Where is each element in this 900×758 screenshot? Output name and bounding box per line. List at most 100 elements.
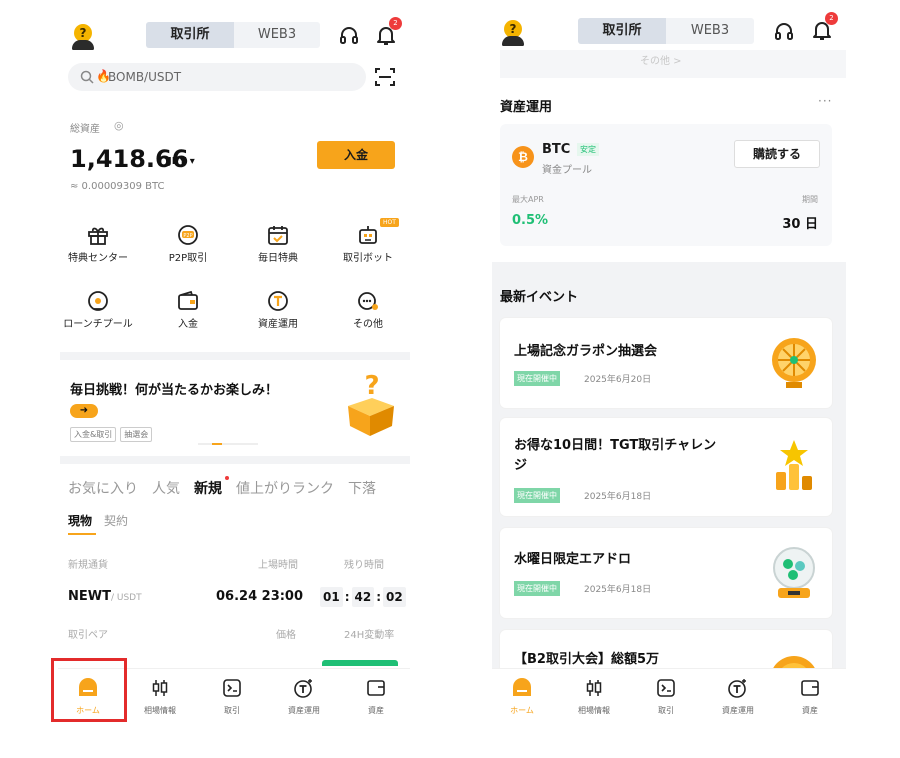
market-tabs: お気に入り 人気 新規 値上がりランク 下落: [68, 476, 376, 498]
tab-trade[interactable]: 取引: [202, 677, 262, 716]
col-remaining-time: 残り時間: [344, 560, 384, 571]
home-icon: [492, 677, 552, 699]
avatar[interactable]: ?: [70, 24, 96, 50]
tab-exchange[interactable]: 取引所: [146, 22, 234, 48]
sub-tabs: 現物 契約: [68, 512, 128, 535]
wallet-icon: [175, 288, 201, 314]
events-section-title: 最新イベント: [500, 290, 579, 305]
term-value: 30 日: [782, 217, 818, 232]
shortcut-earn[interactable]: 資産運用: [240, 288, 316, 331]
countdown: 01: 42: 02: [320, 586, 406, 608]
shortcut-label: 特典センター: [68, 253, 128, 264]
search-icon: [80, 69, 94, 88]
tab-markets[interactable]: 相場情報: [564, 677, 624, 716]
event-card[interactable]: 上場記念ガラポン抽選会 現在開催中 2025年6月20日: [500, 318, 832, 408]
hot-badge: HOT: [380, 218, 399, 227]
tab-label: 資産: [802, 706, 818, 715]
tab-earn[interactable]: 資産運用: [708, 677, 768, 716]
btc-equivalent: ≈ 0.00009309 BTC: [70, 181, 165, 192]
shortcut-label: 取引ボット: [343, 253, 393, 264]
svg-text:P2P: P2P: [183, 233, 192, 239]
support-headset-icon[interactable]: [337, 24, 361, 48]
tab-assets[interactable]: 資産: [780, 677, 840, 716]
shortcut-rewards-center[interactable]: 特典センター: [60, 222, 136, 265]
banner-page-indicator: [198, 443, 258, 445]
col-24h-change: 24H変動率: [344, 630, 395, 641]
banner-arrow-button[interactable]: ➜: [70, 404, 98, 418]
earn-icon: [274, 677, 334, 699]
event-status-badge: 現在開催中: [514, 488, 560, 503]
tab-web3[interactable]: WEB3: [234, 22, 320, 48]
event-date: 2025年6月20日: [584, 375, 652, 385]
trade-icon: [202, 677, 262, 699]
stable-tag: 安定: [577, 143, 599, 156]
search-input[interactable]: 🔥 BOMB/USDT: [68, 63, 366, 91]
event-title: 【B2取引大会】総額5万: [514, 652, 659, 667]
col-listing-time: 上場時間: [258, 560, 298, 571]
tab-web3[interactable]: WEB3: [666, 18, 754, 44]
notification-badge: 2: [825, 12, 838, 25]
tab-losers[interactable]: 下落: [348, 478, 376, 498]
trophy-chart-icon: [766, 436, 822, 496]
listing-time: 06.24 23:00: [216, 589, 304, 604]
shortcut-label: 資産運用: [258, 319, 298, 330]
banner-tags: 入金&取引 抽選会: [70, 427, 153, 442]
candlestick-icon: [130, 677, 190, 699]
lottery-wheel-icon: [766, 332, 822, 392]
total-assets-label: 総資産: [70, 124, 100, 135]
tab-label: 資産: [368, 706, 384, 715]
tab-favorites[interactable]: お気に入り: [68, 478, 138, 498]
col-price: 価格: [276, 630, 296, 641]
event-card[interactable]: 水曜日限定エアドロ 現在開催中 2025年6月18日: [500, 528, 832, 618]
exchange-web3-switch: 取引所 WEB3: [578, 18, 754, 44]
banner-title[interactable]: 毎日挑戦！何が当たるかお楽しみ！: [70, 379, 278, 398]
deposit-button[interactable]: 入金: [317, 141, 395, 169]
shortcut-trading-bot[interactable]: HOT 取引ボット: [330, 218, 406, 265]
avatar[interactable]: ?: [500, 20, 526, 46]
tab-markets[interactable]: 相場情報: [130, 677, 190, 716]
pool-label: 資金プール: [542, 165, 592, 176]
eye-icon[interactable]: ◎: [114, 119, 124, 132]
scan-icon[interactable]: [374, 66, 396, 88]
tab-new[interactable]: 新規: [194, 476, 229, 498]
tab-assets[interactable]: 資産: [346, 677, 406, 716]
shortcut-p2p[interactable]: P2P P2P取引: [150, 222, 226, 265]
event-title: 上場記念ガラポン抽選会: [514, 344, 658, 359]
shortcut-label: 入金: [178, 319, 198, 330]
banner-tag: 入金&取引: [70, 427, 117, 442]
tab-gainers[interactable]: 値上がりランク: [236, 478, 334, 498]
event-date: 2025年6月18日: [584, 585, 652, 595]
earn-icon: [265, 288, 291, 314]
tab-earn[interactable]: 資産運用: [274, 677, 334, 716]
tab-label: 取引: [224, 706, 240, 715]
col-pair: 取引ペア: [68, 630, 108, 641]
tab-exchange[interactable]: 取引所: [578, 18, 666, 44]
tab-home[interactable]: ホーム: [492, 677, 552, 716]
subscribe-button[interactable]: 購読する: [734, 140, 820, 168]
earn-more-menu[interactable]: ···: [818, 94, 832, 108]
shortcut-launchpool[interactable]: ローンチプール: [60, 288, 136, 331]
tab-popular[interactable]: 人気: [152, 478, 180, 498]
currency-selector[interactable]: JPY ▾: [168, 156, 195, 167]
search-placeholder: BOMB/USDT: [108, 70, 182, 84]
btc-coin-icon: ₿: [512, 146, 534, 168]
tab-spot[interactable]: 現物: [68, 512, 97, 535]
tab-futures[interactable]: 契約: [104, 512, 128, 535]
shortcut-label: 毎日特典: [258, 253, 298, 264]
bell-icon[interactable]: 2: [810, 12, 838, 42]
col-new-coin: 新規通貨: [68, 560, 108, 571]
table-row-pair[interactable]: NEWT/ USDT: [68, 589, 142, 604]
support-headset-icon[interactable]: [772, 20, 796, 44]
earn-product-card[interactable]: ₿ BTC 安定 資金プール 購読する 最大APR 0.5% 期間 30 日: [500, 124, 832, 246]
tab-trade[interactable]: 取引: [636, 677, 696, 716]
tab-label: 相場情報: [578, 706, 610, 715]
apr-label: 最大APR: [512, 195, 544, 204]
bell-icon[interactable]: 2: [374, 17, 402, 47]
tab-label: 取引: [658, 706, 674, 715]
shortcut-deposit[interactable]: 入金: [150, 288, 226, 331]
more-link[interactable]: その他 >: [640, 52, 682, 67]
shortcut-daily-rewards[interactable]: 毎日特典: [240, 222, 316, 265]
event-card[interactable]: お得な10日間！TGT取引チャレンジ 現在開催中 2025年6月18日: [500, 418, 832, 516]
previous-section-edge: その他 >: [500, 50, 846, 78]
shortcut-more[interactable]: その他: [330, 288, 406, 331]
